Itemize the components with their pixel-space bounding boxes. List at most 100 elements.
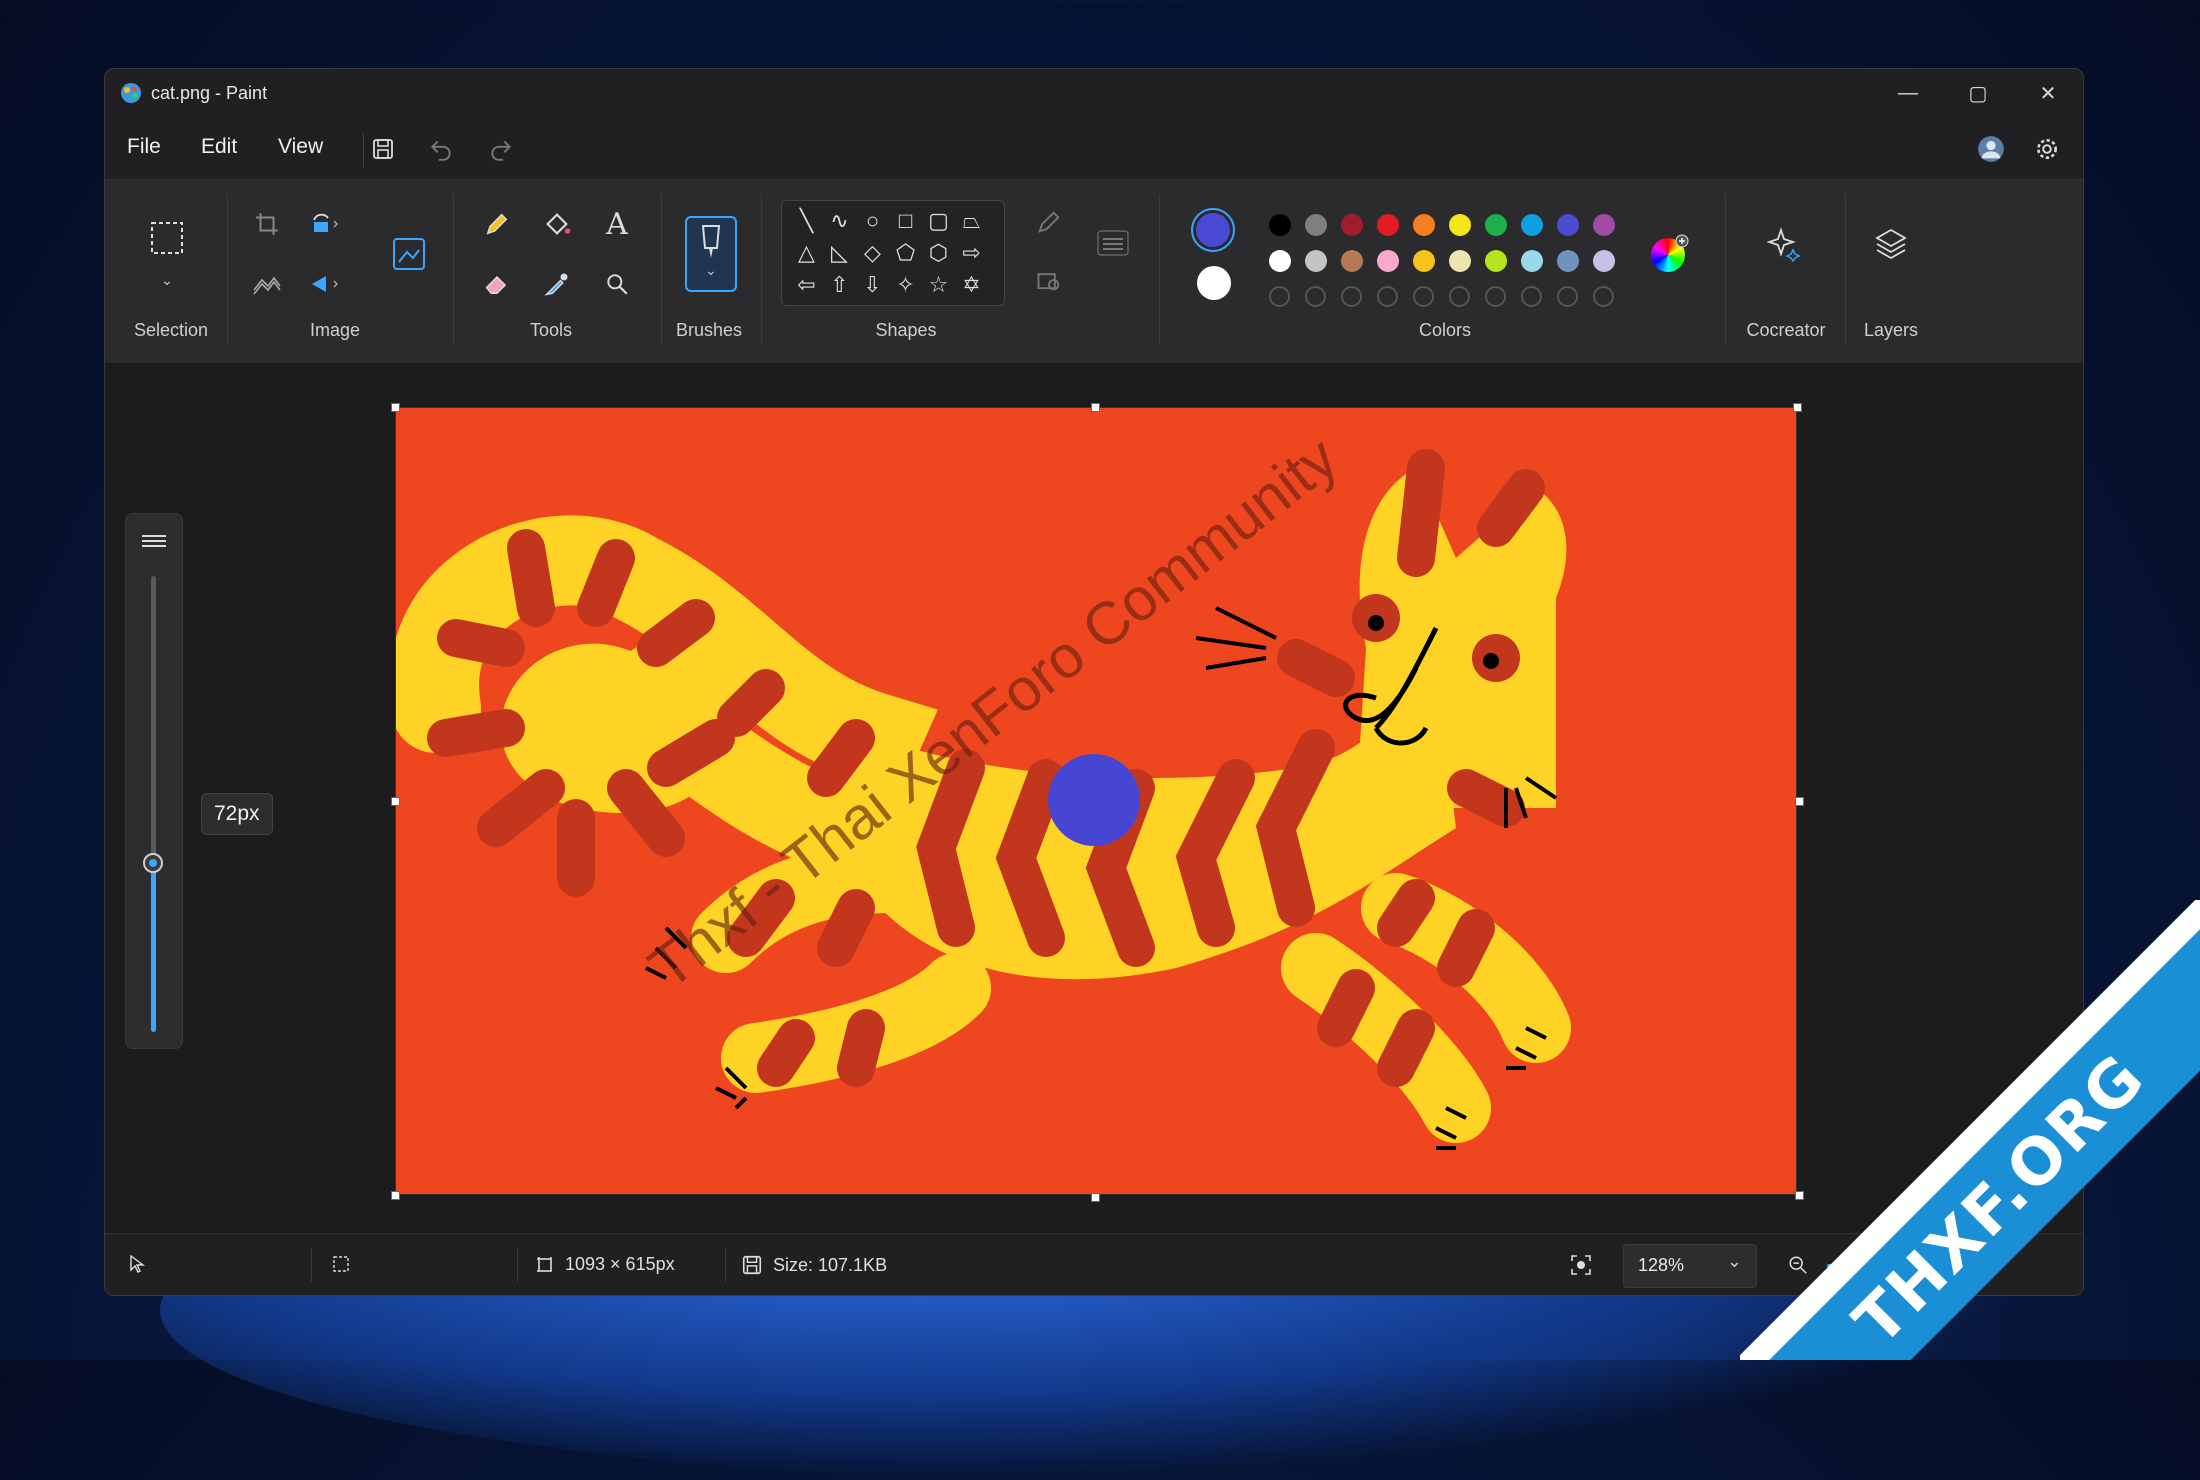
fill-button[interactable] (1029, 260, 1069, 300)
palette-color[interactable] (1485, 250, 1507, 272)
selection-button[interactable] (147, 218, 187, 258)
resize-handle-top-left[interactable] (391, 403, 400, 412)
image-search-button[interactable] (389, 234, 429, 274)
menu-view[interactable]: View (278, 135, 323, 159)
save-button[interactable] (367, 133, 399, 165)
resize-handle-right[interactable] (1795, 797, 1804, 806)
palette-color[interactable] (1341, 250, 1363, 272)
shape-option-8[interactable]: ◇ (856, 237, 889, 269)
palette-color[interactable] (1305, 250, 1327, 272)
custom-color-slot[interactable] (1593, 286, 1614, 307)
shape-option-15[interactable]: ✧ (889, 269, 922, 301)
shape-option-5[interactable]: ⏢ (955, 205, 988, 237)
custom-color-slot[interactable] (1485, 286, 1506, 307)
palette-color[interactable] (1521, 214, 1543, 236)
resize-handle-top-right[interactable] (1793, 403, 1802, 412)
palette-color[interactable] (1377, 214, 1399, 236)
palette-color[interactable] (1557, 214, 1579, 236)
pencil-tool[interactable] (477, 204, 517, 244)
minimize-button[interactable]: — (1873, 73, 1943, 113)
fit-to-window-button[interactable] (1561, 1248, 1601, 1282)
menu-file[interactable]: File (127, 135, 161, 159)
flip-button[interactable] (305, 264, 345, 304)
shape-option-7[interactable]: ◺ (823, 237, 856, 269)
shape-option-16[interactable]: ☆ (922, 269, 955, 301)
edit-colors-button[interactable] (1651, 234, 1689, 272)
fill-tool[interactable] (537, 204, 577, 244)
zoom-level: 128% (1638, 1255, 1685, 1275)
custom-color-slot[interactable] (1377, 286, 1398, 307)
brush-size-panel (125, 513, 183, 1049)
outline-button[interactable] (1029, 202, 1069, 242)
shape-option-9[interactable]: ⬠ (889, 237, 922, 269)
badge-text: THXF.ORG (1840, 1040, 2160, 1360)
palette-color[interactable] (1593, 214, 1615, 236)
resize-handle-bottom-left[interactable] (391, 1191, 400, 1200)
secondary-color-swatch[interactable] (1197, 266, 1231, 300)
palette-color[interactable] (1305, 214, 1327, 236)
selection-dropdown[interactable]: ⌄ (147, 260, 187, 300)
zoom-dropdown[interactable]: 128% ⌄ (1623, 1244, 1757, 1288)
account-button[interactable] (1975, 133, 2007, 165)
palette-color[interactable] (1377, 250, 1399, 272)
close-button[interactable]: ✕ (2013, 73, 2083, 113)
palette-color[interactable] (1521, 250, 1543, 272)
custom-color-slot[interactable] (1449, 286, 1470, 307)
shape-option-11[interactable]: ⇨ (955, 237, 988, 269)
palette-color[interactable] (1341, 214, 1363, 236)
custom-color-slot[interactable] (1269, 286, 1290, 307)
primary-color-swatch[interactable] (1191, 208, 1235, 252)
palette-color[interactable] (1449, 250, 1471, 272)
shape-option-6[interactable]: △ (790, 237, 823, 269)
shape-option-14[interactable]: ⇩ (856, 269, 889, 301)
shape-option-4[interactable]: ▢ (922, 205, 955, 237)
shape-option-12[interactable]: ⇦ (790, 269, 823, 301)
custom-color-slot[interactable] (1557, 286, 1578, 307)
shape-option-13[interactable]: ⇧ (823, 269, 856, 301)
cocreator-button[interactable] (1765, 224, 1805, 264)
resize-button[interactable] (247, 264, 287, 304)
shape-option-3[interactable]: □ (889, 205, 922, 237)
resize-handle-top[interactable] (1091, 403, 1100, 412)
magnifier-tool[interactable] (597, 264, 637, 304)
custom-color-slot[interactable] (1413, 286, 1434, 307)
palette-color[interactable] (1449, 214, 1471, 236)
custom-color-slot[interactable] (1305, 286, 1326, 307)
palette-color[interactable] (1413, 250, 1435, 272)
eraser-tool[interactable] (477, 264, 517, 304)
resize-handle-bottom[interactable] (1091, 1193, 1100, 1202)
palette-color[interactable] (1269, 214, 1291, 236)
redo-button[interactable] (485, 133, 517, 165)
text-tool[interactable]: A (597, 204, 637, 244)
custom-color-slot[interactable] (1341, 286, 1362, 307)
custom-color-slot[interactable] (1521, 286, 1542, 307)
shape-option-2[interactable]: ○ (856, 205, 889, 237)
palette-color[interactable] (1593, 250, 1615, 272)
settings-button[interactable] (2031, 133, 2063, 165)
crop-button[interactable] (247, 204, 287, 244)
shape-option-10[interactable]: ⬡ (922, 237, 955, 269)
palette-color[interactable] (1269, 250, 1291, 272)
resize-handle-left[interactable] (391, 797, 400, 806)
palette-color[interactable] (1485, 214, 1507, 236)
palette-color[interactable] (1413, 214, 1435, 236)
drawing-canvas[interactable]: Thxf - Thai XenForo Community (395, 407, 1797, 1195)
maximize-button[interactable]: ▢ (1943, 73, 2013, 113)
palette-color[interactable] (1557, 250, 1579, 272)
shape-option-17[interactable]: ✡ (955, 269, 988, 301)
selection-icon (151, 222, 183, 254)
crop-icon (256, 213, 278, 235)
resize-icon (253, 276, 281, 295)
undo-button[interactable] (425, 133, 457, 165)
brush-size-thumb[interactable] (143, 853, 163, 873)
selection-size (331, 1254, 351, 1274)
layers-button[interactable] (1871, 224, 1911, 264)
brushes-button[interactable]: ⌄ (685, 216, 737, 292)
shape-option-0[interactable]: ╲ (790, 205, 823, 237)
color-picker-tool[interactable] (537, 264, 577, 304)
shape-option-1[interactable]: ∿ (823, 205, 856, 237)
menu-edit[interactable]: Edit (201, 135, 237, 159)
rotate-button[interactable] (305, 204, 345, 244)
line-weight-icon (1097, 230, 1129, 256)
stroke-size-button[interactable] (1093, 224, 1133, 264)
